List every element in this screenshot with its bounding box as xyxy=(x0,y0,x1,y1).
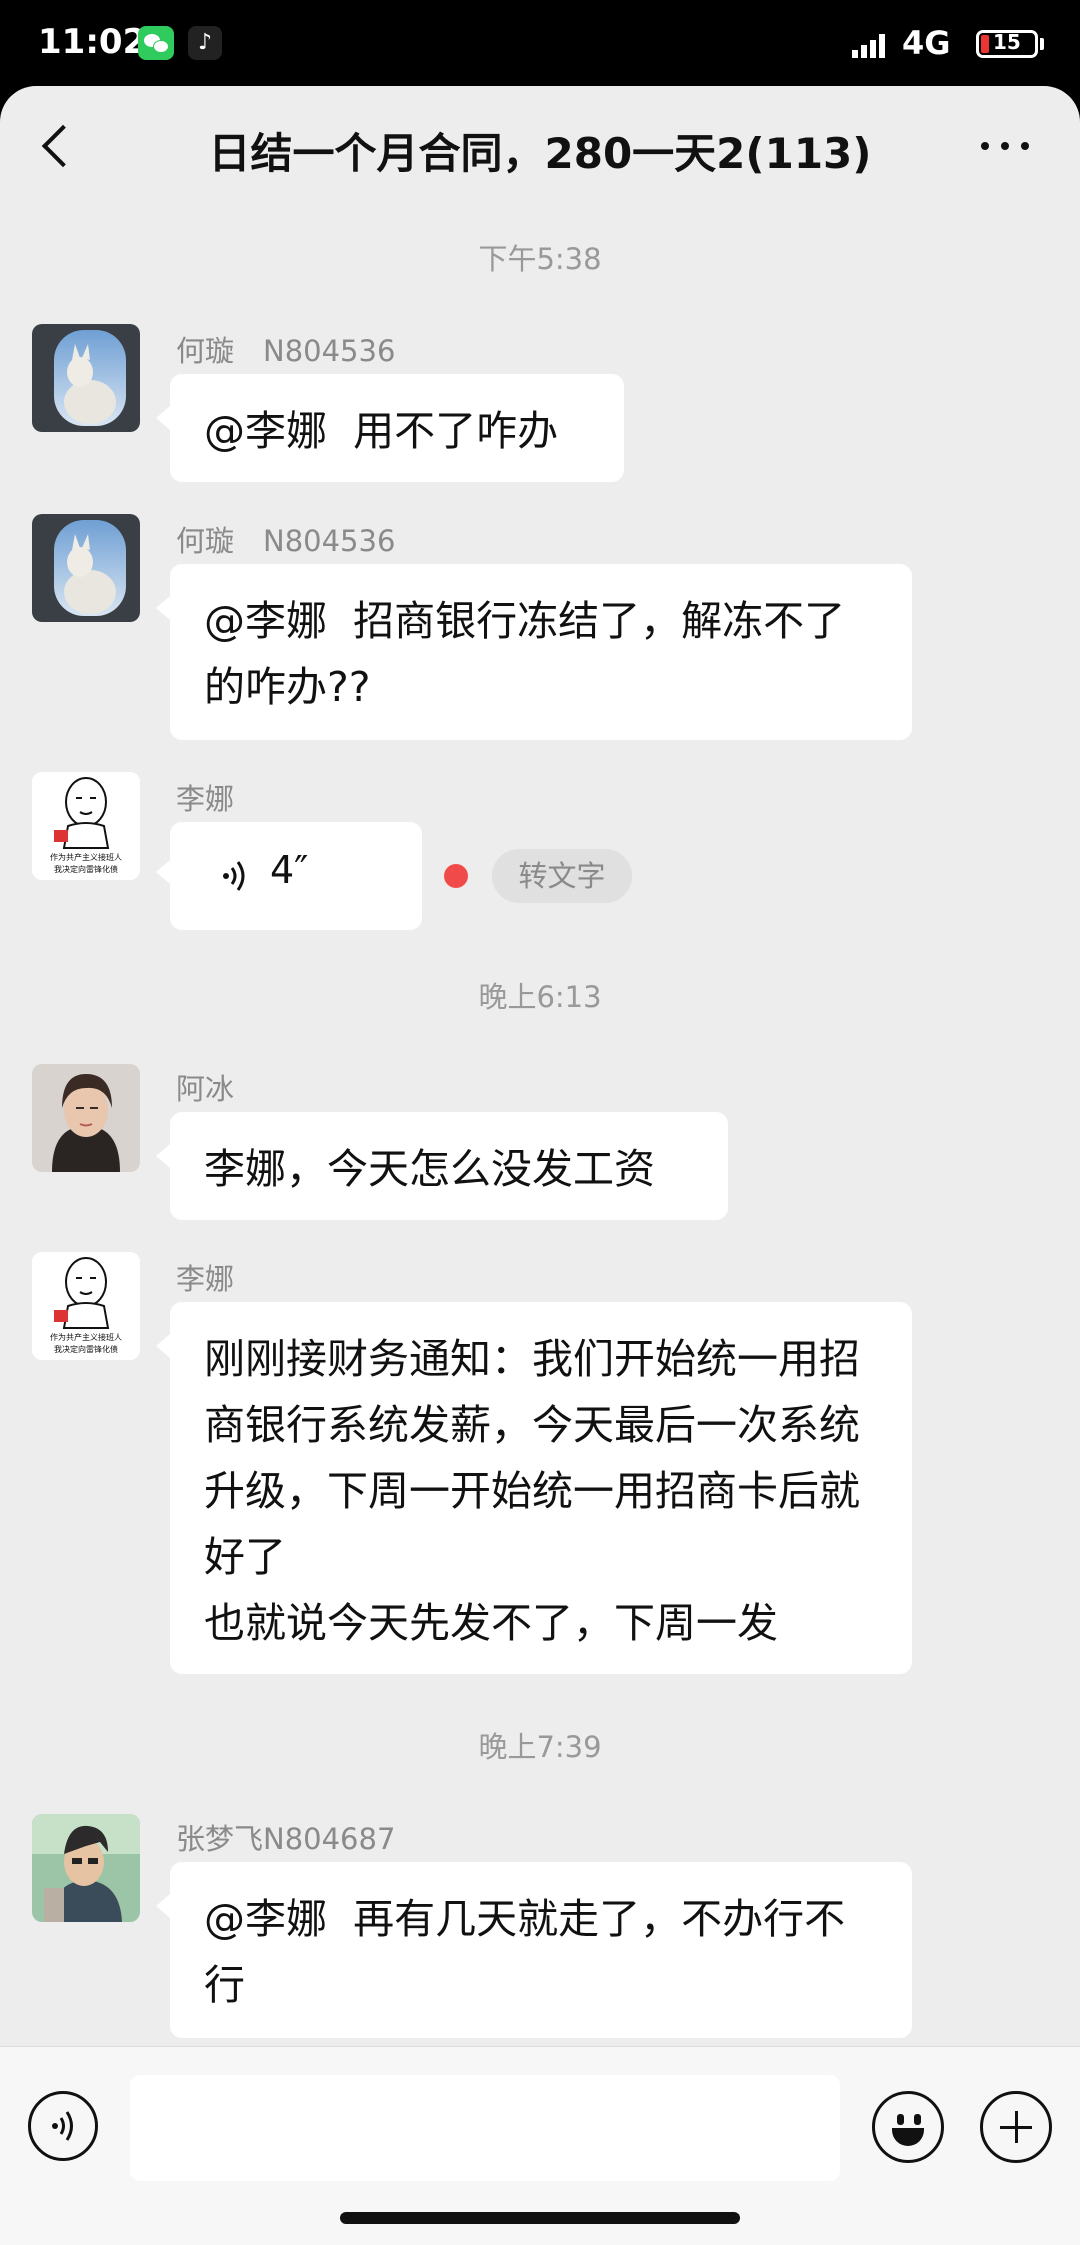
voice-duration: 4″ xyxy=(270,848,309,892)
status-time: 11:02 xyxy=(38,22,147,62)
avatar[interactable] xyxy=(32,324,140,432)
message-bubble[interactable]: @李娜 用不了咋办 xyxy=(156,374,624,482)
message-input[interactable] xyxy=(130,2075,840,2181)
voice-message-bubble[interactable]: 4″ xyxy=(156,822,422,930)
sender-name: 李娜 xyxy=(176,782,235,816)
avatar[interactable]: 作为共产主义接班人 我决定向雷锋化债 xyxy=(32,772,140,880)
chat-title: 日结一个月合同，280一天2(113) xyxy=(208,129,872,178)
back-button[interactable] xyxy=(30,116,90,176)
battery-cap xyxy=(1040,38,1044,50)
message-bubble[interactable]: @李娜 再有几天就走了，不办行不行 xyxy=(156,1862,912,2038)
battery-icon: 15 xyxy=(976,30,1038,58)
chat-screen: 日结一个月合同，280一天2(113) 下午5:38 何璇 N804536 @李… xyxy=(0,86,1080,2244)
svg-text:我决定向雷锋化债: 我决定向雷锋化债 xyxy=(54,864,118,874)
home-indicator[interactable] xyxy=(340,2212,740,2224)
sender-name: 何璇 N804536 xyxy=(176,524,396,558)
svg-text:我决定向雷锋化债: 我决定向雷锋化债 xyxy=(54,1344,118,1354)
unread-dot xyxy=(444,864,468,888)
timestamp: 下午5:38 xyxy=(478,242,602,276)
avatar[interactable] xyxy=(32,1064,140,1172)
chat-header: 日结一个月合同，280一天2(113) xyxy=(0,86,1080,216)
network-type: 4G xyxy=(902,24,951,62)
signal-icon xyxy=(852,30,892,58)
avatar[interactable] xyxy=(32,1814,140,1922)
message-bubble[interactable]: @李娜 招商银行冻结了，解冻不了的咋办?? xyxy=(156,564,912,740)
convert-to-text-button[interactable]: 转文字 xyxy=(492,849,632,903)
sender-name: 李娜 xyxy=(176,1262,235,1296)
timestamp: 晚上7:39 xyxy=(478,1730,602,1764)
avatar[interactable] xyxy=(32,514,140,622)
sender-name: 何璇 N804536 xyxy=(176,334,396,368)
voice-wave-icon xyxy=(223,861,245,891)
battery-level: 15 xyxy=(993,30,1021,54)
sender-name: 阿冰 xyxy=(176,1072,235,1106)
svg-text:作为共产主义接班人: 作为共产主义接班人 xyxy=(50,1332,122,1342)
sender-name: 张梦飞N804687 xyxy=(176,1822,396,1856)
more-functions-button[interactable] xyxy=(980,2091,1052,2163)
voice-input-button[interactable] xyxy=(28,2091,98,2161)
message-bubble[interactable]: 刚刚接财务通知：我们开始统一用招商银行系统发薪，今天最后一次系统升级，下周一开始… xyxy=(156,1302,912,1674)
avatar[interactable]: 作为共产主义接班人 我决定向雷锋化债 xyxy=(32,1252,140,1360)
more-options-button[interactable] xyxy=(975,126,1035,166)
svg-text:作为共产主义接班人: 作为共产主义接班人 xyxy=(50,852,122,862)
message-bubble[interactable]: 李娜，今天怎么没发工资 xyxy=(156,1112,728,1220)
emoji-button[interactable] xyxy=(872,2091,944,2163)
status-bar: 11:02 ♪ 4G 15 xyxy=(0,0,1080,90)
tiktok-notification-icon: ♪ xyxy=(188,26,222,60)
timestamp: 晚上6:13 xyxy=(478,980,602,1014)
wechat-notification-icon xyxy=(138,26,174,60)
